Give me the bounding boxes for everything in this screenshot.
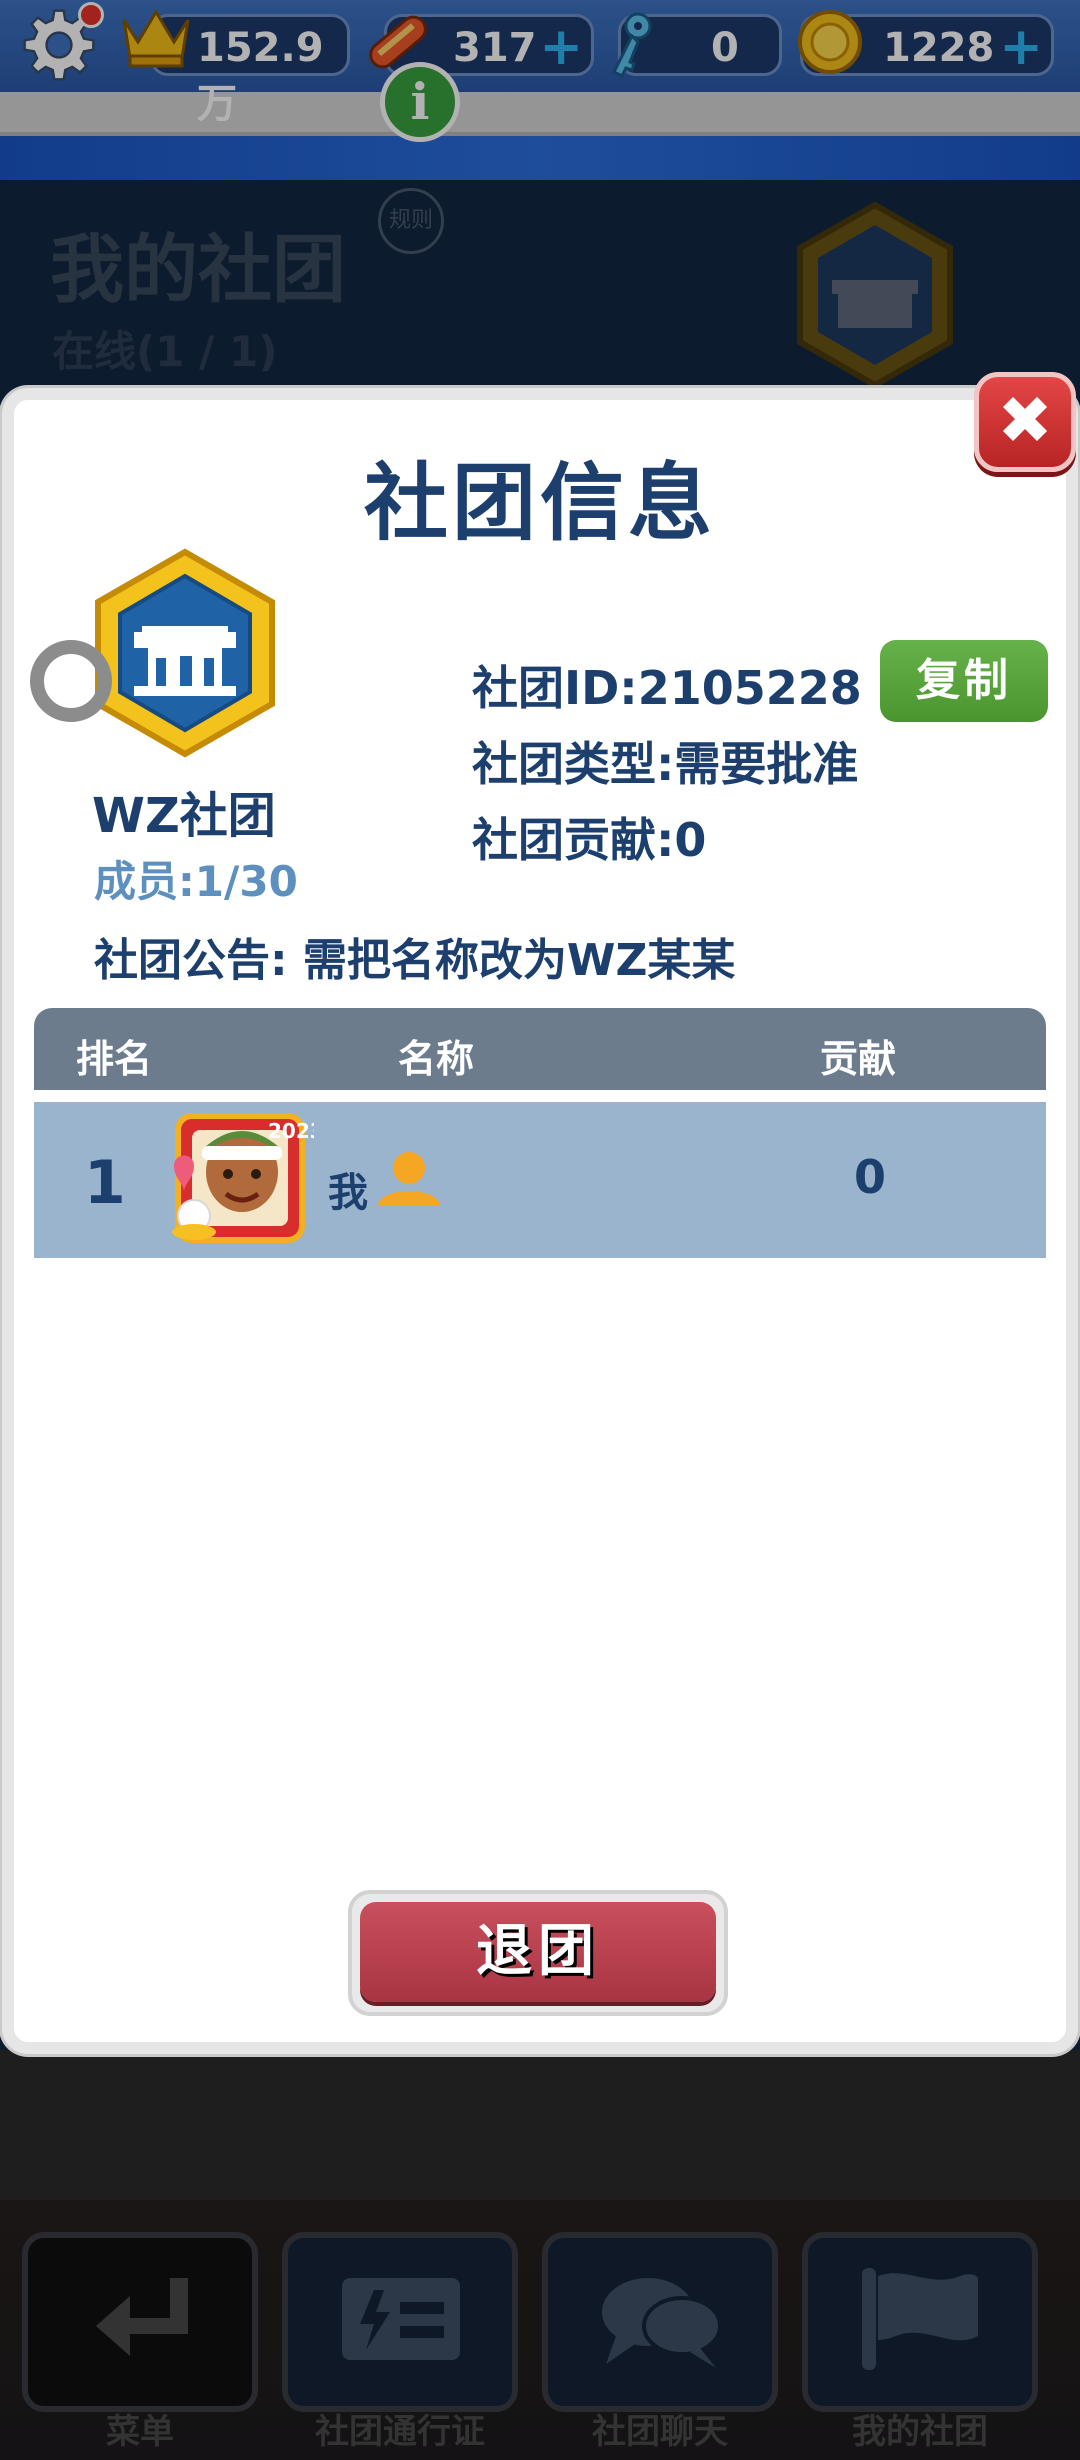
header-name: 名称 bbox=[398, 1037, 475, 1081]
avatar-year: 2023 bbox=[268, 1119, 314, 1143]
club-name: WZ社团 bbox=[92, 788, 276, 844]
table-row[interactable]: 1 2023 我 0 bbox=[34, 1102, 1046, 1258]
club-type: 社团类型:需要批准 bbox=[472, 737, 859, 791]
header-rank: 排名 bbox=[76, 1037, 153, 1081]
club-id: 社团ID:2105228 bbox=[472, 661, 862, 715]
user-icon bbox=[378, 1152, 440, 1206]
club-member-count: 成员:1/30 bbox=[94, 857, 298, 906]
leave-club-button[interactable]: 退团 bbox=[348, 1890, 728, 2016]
club-contribution: 社团贡献:0 bbox=[472, 813, 707, 867]
row-player-name: 我 bbox=[328, 1170, 368, 1216]
member-table-header: 排名 名称 贡献 bbox=[34, 1008, 1046, 1090]
dialog-title: 社团信息 bbox=[363, 454, 716, 552]
club-emblem-icon bbox=[95, 548, 275, 758]
row-rank: 1 bbox=[84, 1148, 126, 1218]
copy-id-button[interactable]: 复制 bbox=[880, 640, 1048, 722]
side-ring-icon bbox=[30, 640, 112, 722]
row-contribution: 0 bbox=[854, 1150, 887, 1204]
leave-club-label: 退团 bbox=[360, 1902, 716, 2002]
player-avatar: 2023 bbox=[172, 1113, 314, 1243]
header-contribution: 贡献 bbox=[820, 1037, 897, 1081]
club-notice: 社团公告: 需把名称改为WZ某某 bbox=[94, 935, 736, 986]
